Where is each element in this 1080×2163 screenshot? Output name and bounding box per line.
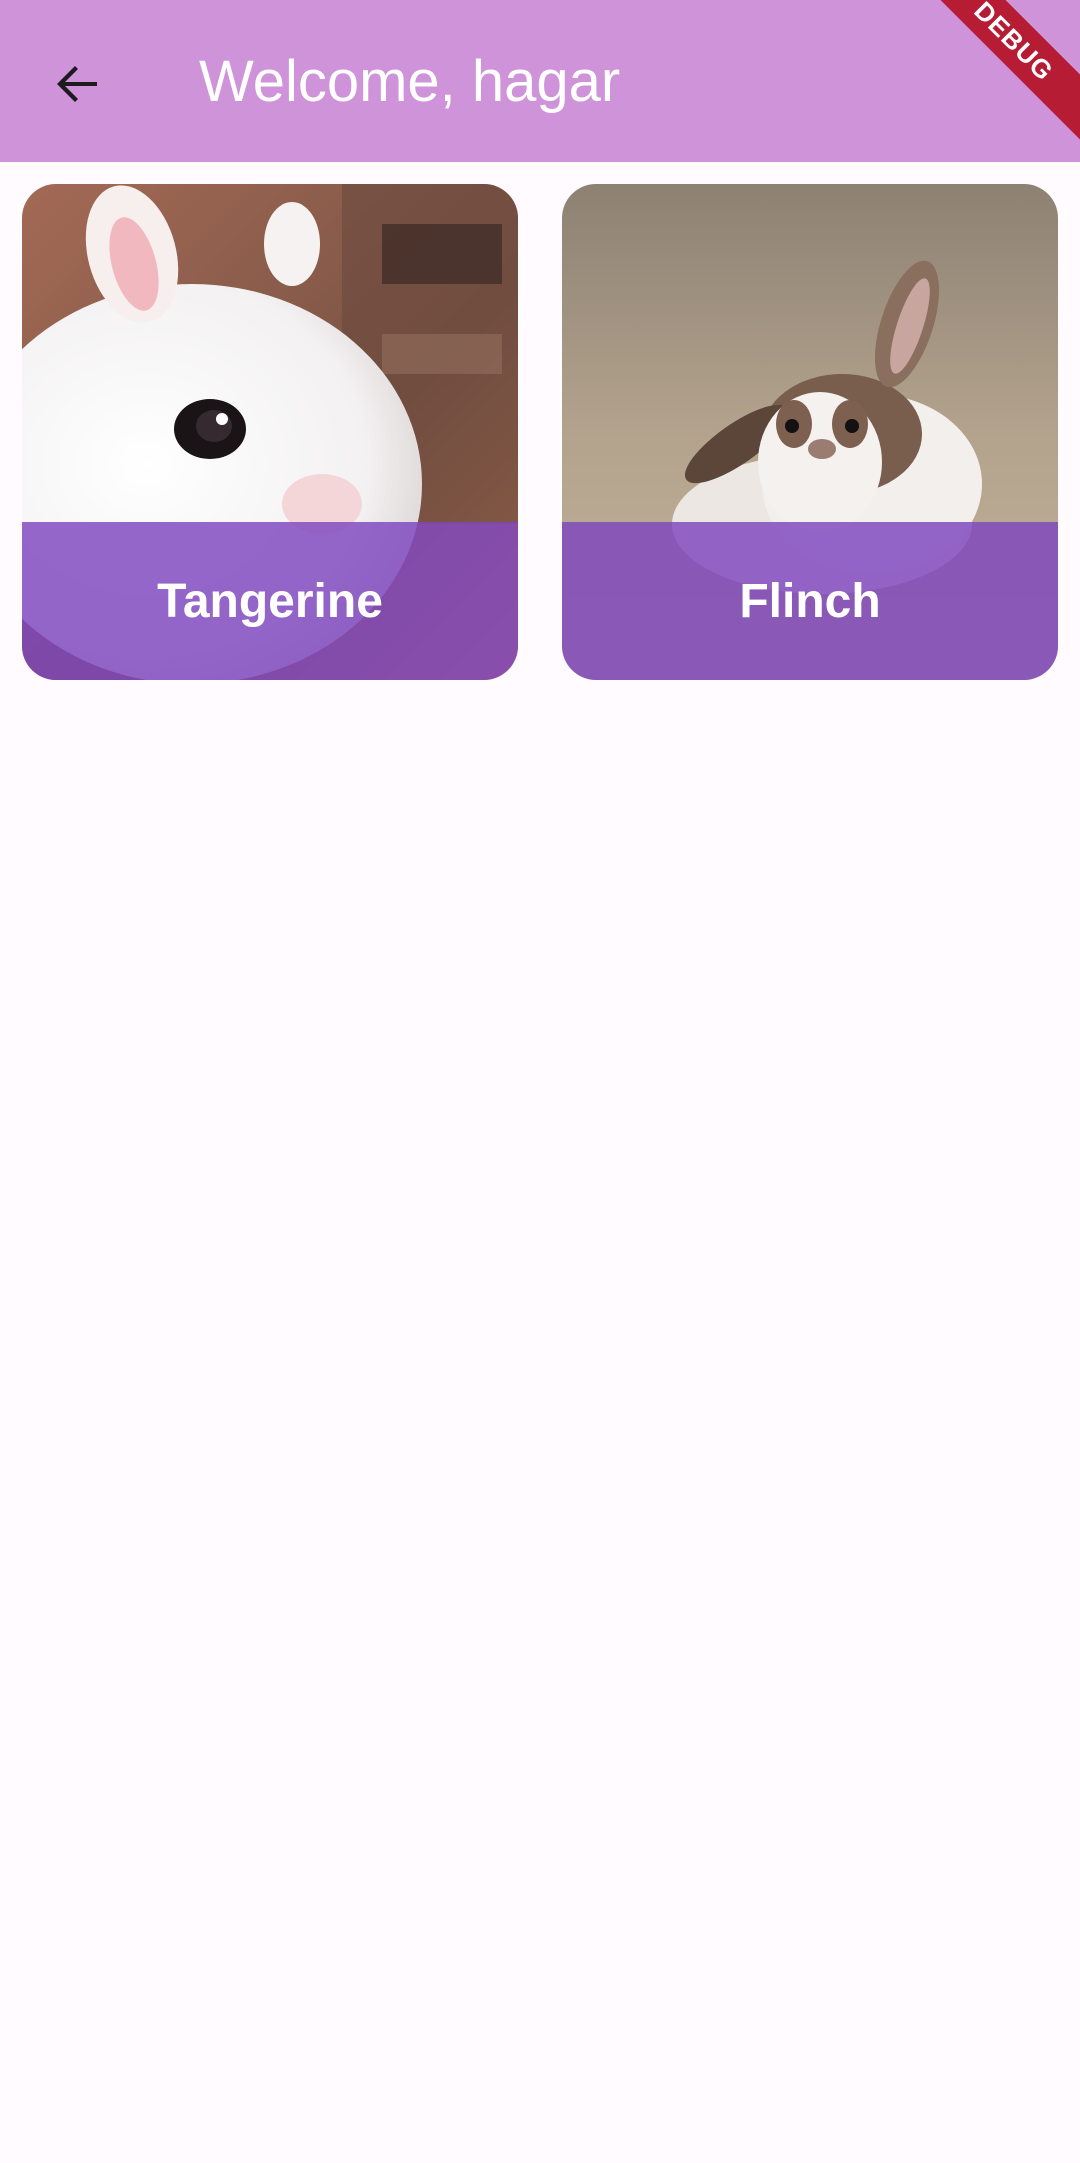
pet-card-caption: Tangerine	[22, 522, 518, 680]
app-bar: Welcome, hagar DEBUG	[0, 0, 1080, 162]
arrow-back-icon	[57, 66, 97, 102]
pet-name: Tangerine	[157, 574, 383, 628]
pet-card-tangerine[interactable]: Tangerine	[22, 184, 518, 680]
page-title: Welcome, hagar	[199, 49, 621, 114]
pet-card-caption: Flinch	[562, 522, 1058, 680]
pet-card-flinch[interactable]: Flinch	[562, 184, 1058, 680]
debug-banner: DEBUG	[905, 0, 1080, 150]
pet-name: Flinch	[739, 574, 881, 628]
back-button[interactable]	[33, 40, 121, 128]
